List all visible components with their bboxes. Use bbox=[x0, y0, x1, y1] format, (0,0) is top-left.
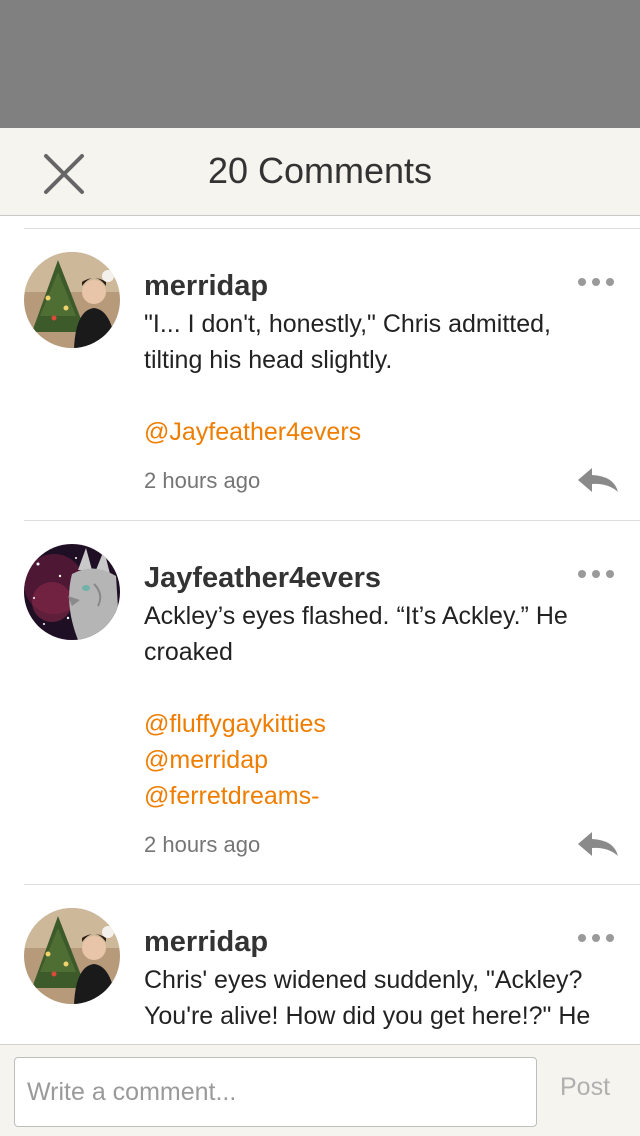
comment-composer: Post bbox=[0, 1044, 640, 1136]
comment-text: Chris' eyes widened suddenly, "Ackley? Y… bbox=[144, 966, 591, 1030]
comment-username[interactable]: Jayfeather4evers bbox=[144, 562, 381, 595]
post-button[interactable]: Post bbox=[560, 1073, 610, 1102]
divider bbox=[24, 228, 640, 229]
comment-timestamp: 2 hours ago bbox=[144, 832, 261, 857]
dimmed-overlay[interactable] bbox=[0, 0, 640, 128]
comment-text: Ackley’s eyes flashed. “It’s Ackley.” He… bbox=[144, 602, 568, 666]
comment-input[interactable] bbox=[14, 1057, 537, 1127]
comment-username[interactable]: merridap bbox=[144, 270, 268, 303]
more-icon bbox=[578, 278, 614, 286]
avatar[interactable] bbox=[24, 252, 120, 348]
divider bbox=[24, 884, 640, 885]
avatar[interactable] bbox=[24, 544, 120, 640]
comment-text: "I... I don't, honestly," Chris admitted… bbox=[144, 310, 551, 374]
mention-link[interactable]: @ferretdreams- bbox=[144, 778, 614, 814]
avatar[interactable] bbox=[24, 908, 120, 1004]
comment-body: Chris' eyes widened suddenly, "Ackley? Y… bbox=[144, 962, 614, 1034]
comment-body: Ackley’s eyes flashed. “It’s Ackley.” He… bbox=[144, 598, 614, 814]
mention-link[interactable]: @fluffygaykitties bbox=[144, 706, 614, 742]
reply-button[interactable] bbox=[576, 464, 620, 496]
more-icon bbox=[578, 934, 614, 942]
mention-link[interactable]: @merridap bbox=[144, 742, 614, 778]
reply-icon bbox=[578, 468, 618, 492]
more-options-button[interactable] bbox=[576, 272, 616, 292]
reply-button[interactable] bbox=[576, 828, 620, 860]
reply-icon bbox=[578, 832, 618, 856]
mention-link[interactable]: @Jayfeather4evers bbox=[144, 414, 614, 450]
comment-username[interactable]: merridap bbox=[144, 926, 268, 959]
comment-timestamp: 2 hours ago bbox=[144, 468, 261, 493]
more-options-button[interactable] bbox=[576, 928, 616, 948]
page-title: 20 Comments bbox=[207, 150, 433, 191]
more-options-button[interactable] bbox=[576, 564, 616, 584]
comments-header: 20 Comments bbox=[0, 128, 640, 216]
more-icon bbox=[578, 570, 614, 578]
comment-list[interactable]: merridap "I... I don't, honestly," Chris… bbox=[0, 216, 640, 1044]
comment-body: "I... I don't, honestly," Chris admitted… bbox=[144, 306, 614, 450]
divider bbox=[24, 520, 640, 521]
